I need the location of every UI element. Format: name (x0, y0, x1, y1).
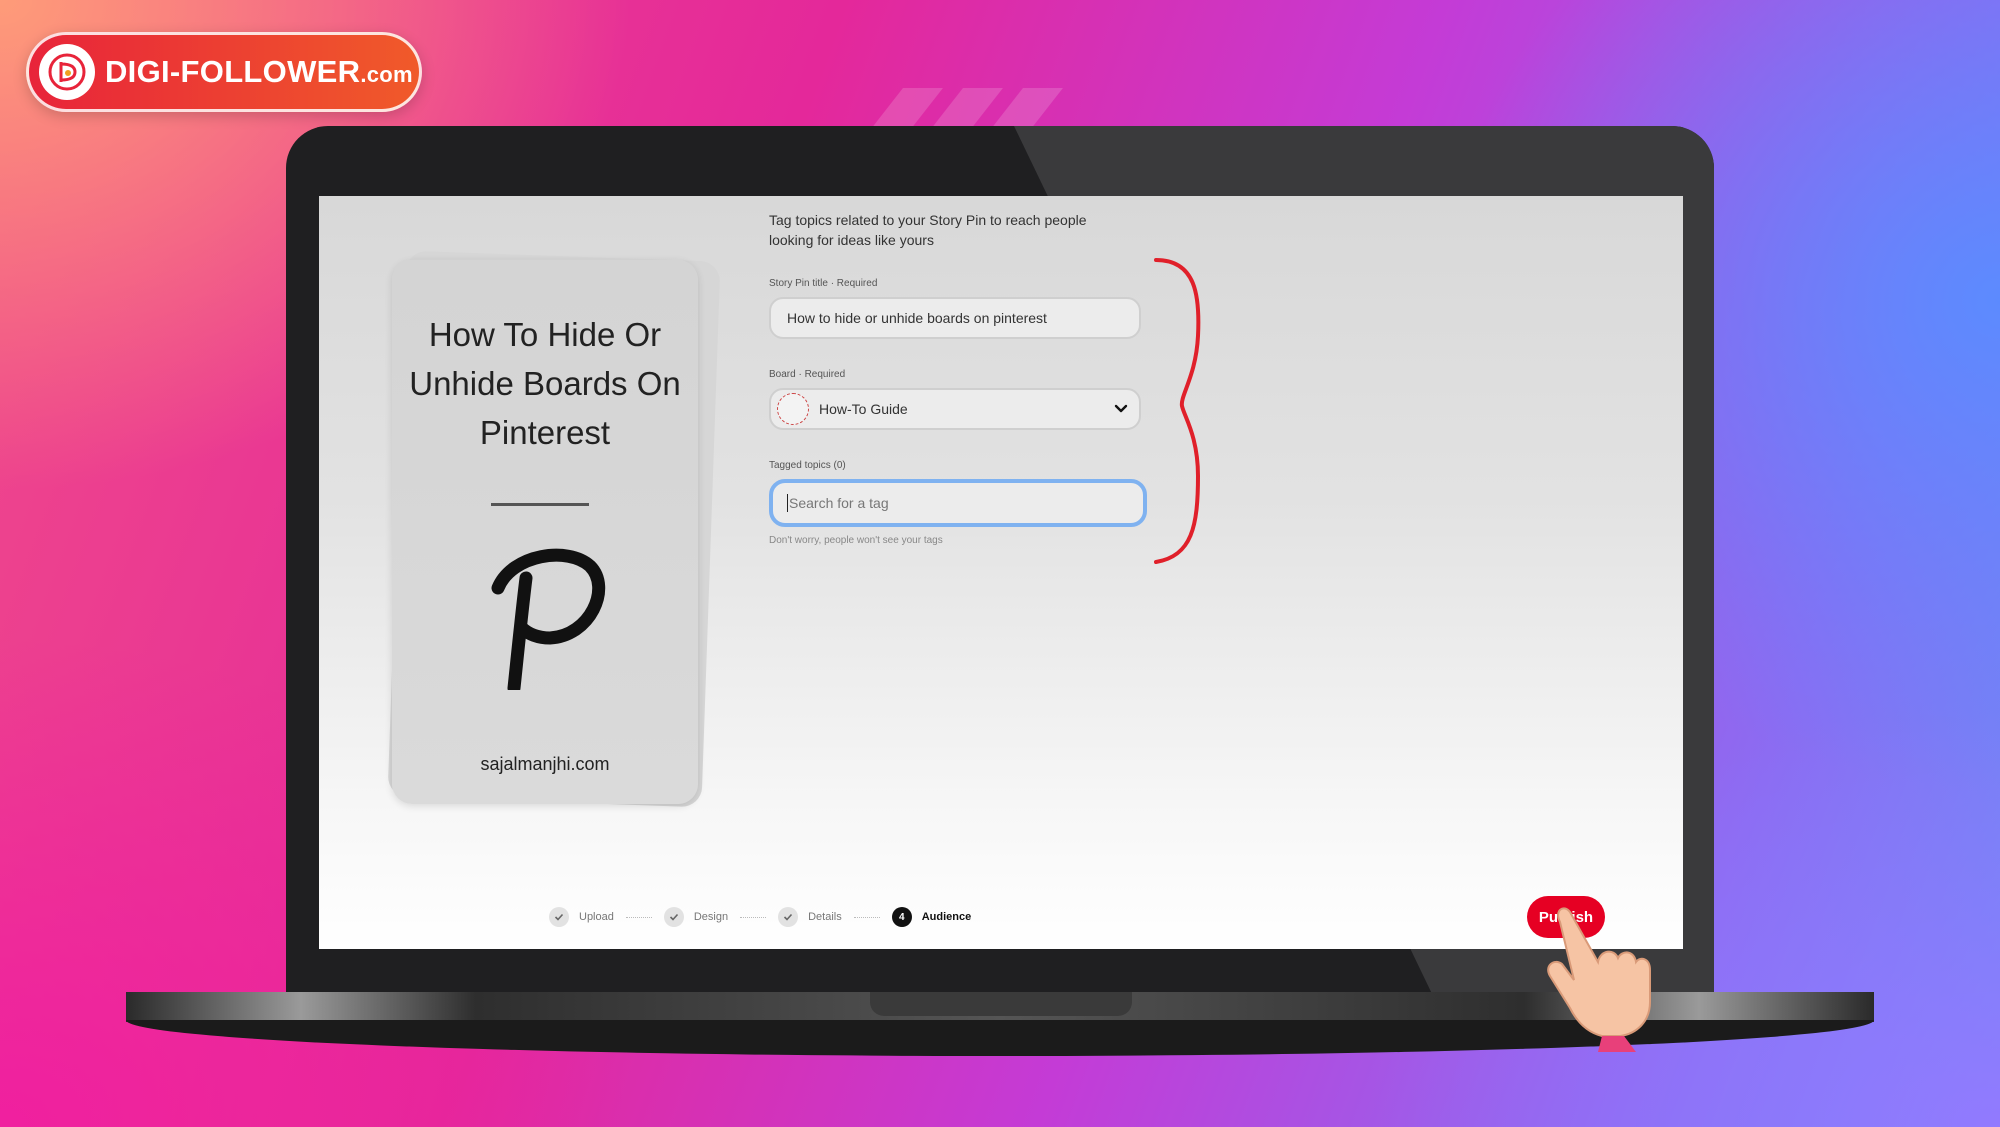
laptop-screen: How To Hide Or Unhide Boards On Pinteres… (319, 196, 1683, 949)
step-label: Details (808, 911, 842, 923)
text-cursor (787, 494, 788, 512)
form-intro-text: Tag topics related to your Story Pin to … (769, 212, 1087, 248)
step-separator (740, 916, 767, 918)
step-separator (625, 916, 652, 918)
check-icon (778, 907, 799, 927)
brand-logo-icon (39, 44, 95, 100)
step-design[interactable]: Design (663, 907, 729, 927)
annotation-brace (1154, 258, 1201, 564)
chevron-down-icon (1113, 400, 1129, 419)
title-field-label: Story Pin title · Required (769, 278, 878, 289)
pointing-hand-icon (1547, 907, 1651, 1052)
tags-hint-text: Don't worry, people won't see your tags (769, 535, 943, 546)
step-number-badge: 4 (891, 907, 912, 927)
board-field-label: Board · Required (769, 369, 846, 380)
tags-field-label: Tagged topics (0) (769, 460, 846, 471)
step-details[interactable]: Details (778, 907, 842, 927)
tag-search-field[interactable] (769, 479, 1147, 527)
board-avatar (777, 393, 809, 425)
pin-preview-divider (491, 503, 589, 506)
story-pin-details-form: Tag topics related to your Story Pin to … (769, 210, 1149, 546)
brand-logo-text: DIGI-FOLLOWER.com (105, 54, 413, 90)
pin-preview-url: sajalmanjhi.com (480, 754, 610, 774)
brand-logo[interactable]: DIGI-FOLLOWER.com (26, 32, 422, 112)
progress-steps: Upload Design Details 4 Audience (549, 907, 971, 927)
check-icon (549, 907, 569, 927)
step-label: Audience (921, 911, 972, 923)
laptop-notch (870, 992, 1132, 1016)
board-select[interactable]: How-To Guide (769, 388, 1141, 430)
step-label: Design (693, 911, 729, 923)
brand-name: DIGI-FOLLOWER (105, 54, 361, 89)
check-icon (663, 907, 684, 927)
step-label: Upload (579, 911, 614, 923)
pin-preview-title: How To Hide Or Unhide Boards On Pinteres… (409, 316, 681, 451)
story-pin-title-value: How to hide or unhide boards on pinteres… (787, 310, 1047, 326)
step-upload[interactable]: Upload (549, 907, 614, 927)
tag-search-input[interactable] (789, 495, 1119, 511)
step-audience[interactable]: 4 Audience (891, 907, 972, 927)
brand-domain: .com (360, 62, 413, 87)
step-separator (853, 916, 880, 918)
pinterest-p-icon (472, 540, 612, 695)
pin-preview-card: How To Hide Or Unhide Boards On Pinteres… (392, 260, 698, 804)
story-pin-title-input[interactable]: How to hide or unhide boards on pinteres… (769, 297, 1141, 339)
board-select-value: How-To Guide (819, 401, 908, 417)
